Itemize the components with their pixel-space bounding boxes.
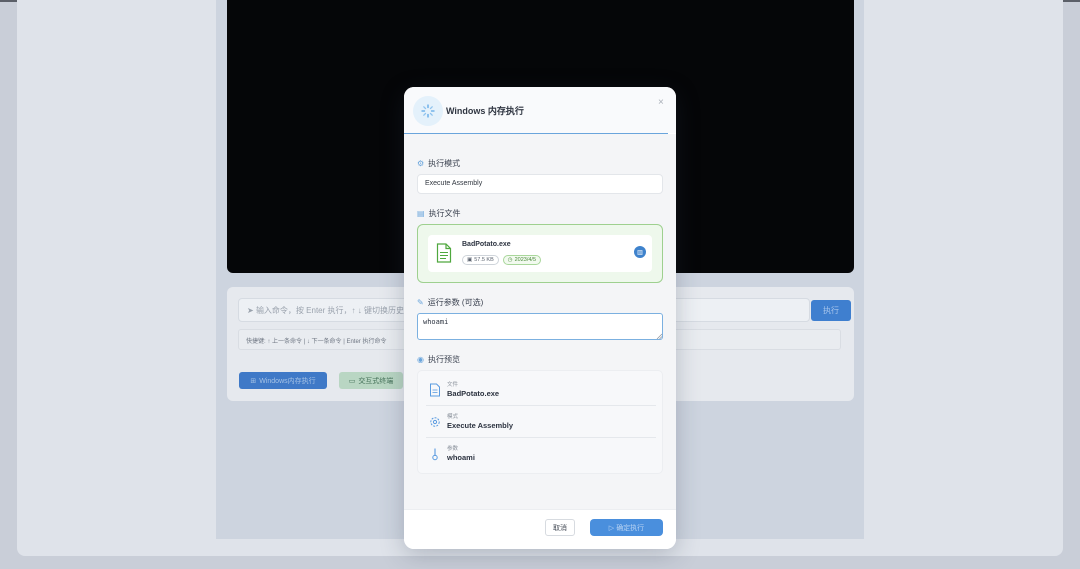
args-label-text: 运行参数 (可选) (427, 298, 484, 307)
interactive-terminal-button[interactable]: ▭ 交互式终端 (339, 372, 403, 389)
edit-icon: ✎ (417, 297, 424, 307)
preview-row-file: 文件 BadPotato.exe (426, 375, 656, 406)
args-input[interactable]: whoami (417, 313, 663, 340)
preview-key: 参数 (447, 446, 459, 452)
dialog-header: Windows 内存执行 × (404, 87, 676, 133)
exec-mode-label: ⚙ 执行模式 (417, 158, 460, 169)
windows-exec-label: Windows内存执行 (259, 377, 316, 385)
disk-icon: ▣ (467, 257, 473, 263)
preview-label-text: 执行预览 (427, 355, 460, 364)
file-name: BadPotato.exe (462, 241, 511, 248)
preview-value: Execute Assembly (447, 421, 514, 430)
windows-memory-exec-dialog: Windows 内存执行 × ⚙ 执行模式 Execute Assembly ▤… (404, 87, 676, 549)
preview-row-mode: 模式 Execute Assembly (426, 407, 656, 438)
file-meta: ▣ 57.5 KB ◷ 2023/4/5 (462, 255, 542, 265)
exec-mode-label-text: 执行模式 (428, 159, 461, 168)
file-icon (430, 383, 440, 397)
file-size-badge: ▣ 57.5 KB (462, 255, 499, 265)
selected-file-card: BadPotato.exe ▣ 57.5 KB ◷ 2023/4/5 ▥ (428, 235, 652, 272)
thermometer-icon (432, 448, 438, 461)
document-icon (436, 243, 452, 263)
close-icon[interactable]: × (658, 98, 664, 108)
command-execute-button[interactable]: 执行 (811, 300, 851, 321)
confirm-exec-label: 确定执行 (616, 524, 645, 532)
exec-file-label: ▤ 执行文件 (417, 208, 461, 219)
settings-icon: ⚙ (417, 158, 425, 168)
clock-icon: ◷ (507, 257, 513, 263)
exec-preview: 文件 BadPotato.exe 模式 Execute Assembly 参数 … (417, 370, 663, 474)
file-date-badge: ◷ 2023/4/5 (502, 255, 542, 265)
monitor-icon: ▭ (348, 377, 356, 385)
command-placeholder: 输入命令，按 Enter 执行，↑ ↓ 键切换历史命令 (255, 306, 420, 315)
file-size: 57.5 KB (474, 257, 494, 263)
preview-row-args: 参数 whoami (426, 439, 656, 470)
preview-key: 模式 (447, 414, 459, 420)
resize-handle[interactable] (656, 333, 662, 339)
eye-icon: ◉ (417, 354, 424, 364)
args-label: ✎ 运行参数 (可选) (417, 297, 483, 308)
loading-spinner-icon (413, 96, 443, 126)
preview-key: 文件 (447, 382, 459, 388)
windows-exec-button[interactable]: ⊞ Windows内存执行 (239, 372, 327, 389)
confirm-exec-button[interactable]: ▷ 确定执行 (590, 519, 663, 536)
gear-icon (430, 417, 440, 427)
preview-value: whoami (447, 453, 475, 462)
dialog-footer: 取消 ▷ 确定执行 (404, 509, 676, 549)
play-icon: ▷ (608, 524, 615, 532)
dialog-title: Windows 内存执行 (446, 106, 524, 116)
file-date: 2023/4/5 (514, 257, 537, 263)
delete-file-button[interactable]: ▥ (634, 246, 646, 258)
interactive-terminal-label: 交互式终端 (358, 377, 394, 385)
preview-label: ◉ 执行预览 (417, 354, 460, 365)
windows-icon: ⊞ (250, 377, 257, 385)
preview-value: BadPotato.exe (447, 389, 500, 398)
trash-icon: ▥ (637, 249, 643, 256)
exec-file-label-text: 执行文件 (428, 209, 461, 218)
send-icon: ➤ (247, 306, 256, 315)
exec-mode-select[interactable]: Execute Assembly (417, 174, 663, 194)
file-drop-zone[interactable]: BadPotato.exe ▣ 57.5 KB ◷ 2023/4/5 ▥ (417, 224, 663, 283)
file-icon: ▤ (417, 208, 425, 218)
cancel-button[interactable]: 取消 (545, 519, 575, 536)
